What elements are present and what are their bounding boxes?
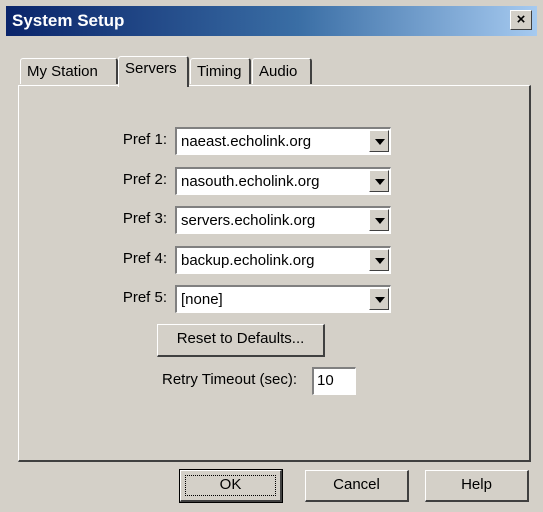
pref-4-value: backup.echolink.org <box>181 252 315 269</box>
tab-servers[interactable]: Servers <box>118 56 189 87</box>
chevron-down-icon[interactable] <box>369 170 389 192</box>
close-button[interactable]: × <box>510 10 532 30</box>
retry-timeout-input[interactable]: 10 <box>312 367 356 395</box>
pref-5-label: Pref 5: <box>122 289 167 306</box>
pref-3-value: servers.echolink.org <box>181 212 316 229</box>
cancel-button[interactable]: Cancel <box>305 470 409 502</box>
pref-4-label: Pref 4: <box>122 250 167 267</box>
chevron-down-icon[interactable] <box>369 130 389 152</box>
pref-2-value: nasouth.echolink.org <box>181 173 320 190</box>
pref-1-dropdown[interactable]: naeast.echolink.org <box>175 127 391 155</box>
ok-button[interactable]: OK <box>179 469 283 503</box>
pref-3-dropdown[interactable]: servers.echolink.org <box>175 206 391 234</box>
pref-2-label: Pref 2: <box>122 171 167 188</box>
retry-timeout-label: Retry Timeout (sec): <box>162 371 298 388</box>
reset-to-defaults-button[interactable]: Reset to Defaults... <box>157 324 325 357</box>
pref-1-label: Pref 1: <box>122 131 167 148</box>
pref-1-label-row: Pref 1: <box>19 127 167 155</box>
pref-1-value: naeast.echolink.org <box>181 133 312 150</box>
chevron-down-icon[interactable] <box>369 288 389 310</box>
focus-indicator <box>185 475 276 496</box>
pref-4-label-row: Pref 4: <box>19 246 167 274</box>
pref-5-label-row: Pref 5: <box>19 285 167 313</box>
chevron-down-icon[interactable] <box>369 249 389 271</box>
tab-my-station[interactable]: My Station <box>20 58 118 84</box>
tab-label: Timing <box>197 63 242 80</box>
tab-label: Audio <box>259 63 298 80</box>
pref-3-label-row: Pref 3: <box>19 206 167 234</box>
window-title: System Setup <box>12 11 125 30</box>
chevron-down-icon[interactable] <box>369 209 389 231</box>
tab-audio[interactable]: Audio <box>252 58 312 84</box>
pref-3-label: Pref 3: <box>122 210 167 227</box>
servers-panel: Pref 1: naeast.echolink.org Pref 2: naso… <box>18 85 531 462</box>
pref-2-dropdown[interactable]: nasouth.echolink.org <box>175 167 391 195</box>
pref-5-value: [none] <box>181 291 223 308</box>
pref-5-dropdown[interactable]: [none] <box>175 285 391 313</box>
tab-timing[interactable]: Timing <box>190 58 251 84</box>
tab-label: My Station <box>27 63 98 80</box>
pref-2-label-row: Pref 2: <box>19 167 167 195</box>
pref-4-dropdown[interactable]: backup.echolink.org <box>175 246 391 274</box>
tab-label: Servers <box>125 60 177 77</box>
title-bar: System Setup × <box>6 6 537 36</box>
help-button[interactable]: Help <box>425 470 529 502</box>
